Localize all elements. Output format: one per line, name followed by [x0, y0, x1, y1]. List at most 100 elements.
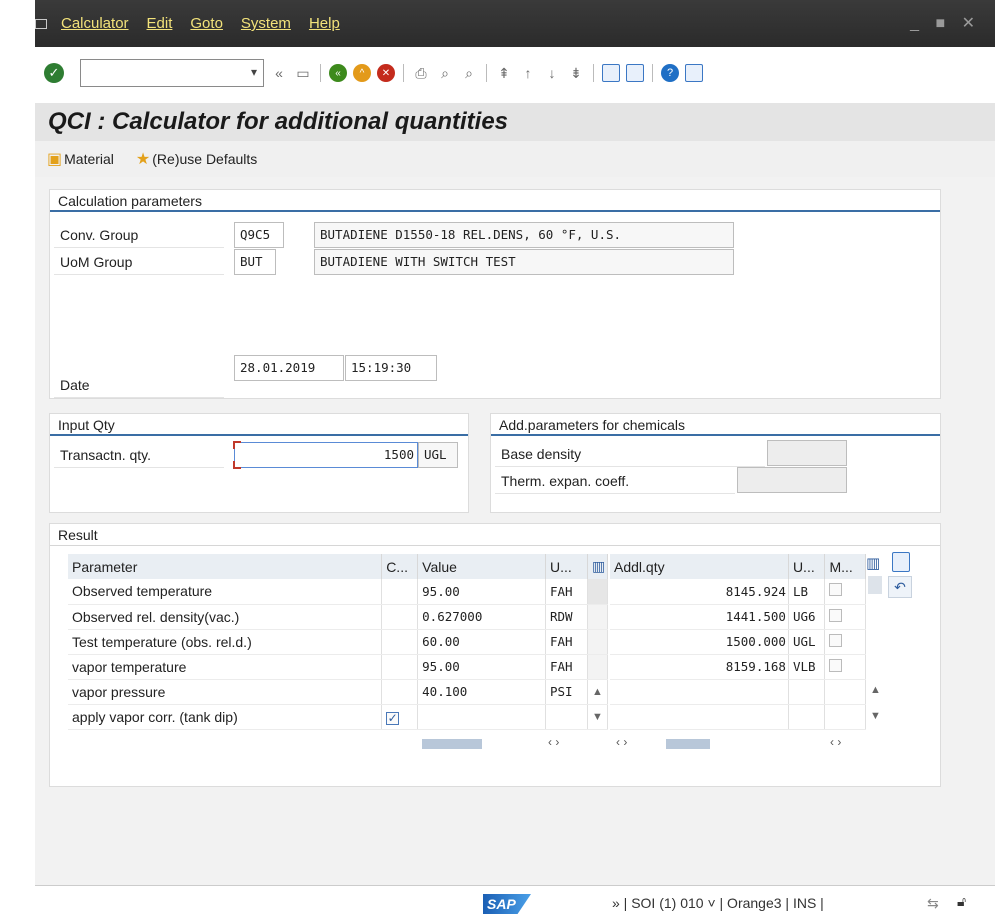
cell-value[interactable]: 95.00	[417, 579, 546, 605]
first-page-icon[interactable]: ⇞	[495, 64, 513, 82]
table-row[interactable]: Test temperature (obs. rel.d.) 60.00 FAH	[68, 629, 609, 655]
transaction-qty-input[interactable]: 1500	[233, 441, 418, 469]
cell-m[interactable]	[824, 654, 866, 680]
column-header-addl-qty[interactable]: Addl.qty	[610, 554, 789, 579]
table-row[interactable]: 8159.168 VLB	[610, 654, 866, 680]
cell-checkbox[interactable]	[381, 604, 419, 630]
find-icon[interactable]: ⌕	[436, 64, 454, 82]
calculator-icon[interactable]	[892, 552, 910, 572]
cell-unit[interactable]: FAH	[545, 654, 588, 680]
menu-system[interactable]: System	[241, 15, 291, 32]
menu-edit[interactable]: Edit	[147, 15, 173, 32]
cell-checkbox[interactable]: ✓	[381, 704, 419, 730]
print-icon[interactable]: ⎙	[412, 64, 430, 82]
scrollbar-track[interactable]	[587, 604, 609, 630]
menu-icon[interactable]	[35, 18, 47, 29]
cell-checkbox[interactable]	[381, 579, 419, 605]
scrollbar-thumb[interactable]	[422, 739, 482, 749]
enter-check-icon[interactable]: ✓	[44, 63, 64, 83]
cell-checkbox[interactable]	[381, 679, 419, 705]
shortcut-icon[interactable]	[626, 64, 644, 82]
previous-page-icon[interactable]: ↑	[519, 64, 537, 82]
save-icon[interactable]: ▭	[294, 64, 312, 82]
cell-value[interactable]: 40.100	[417, 679, 546, 705]
cell-unit[interactable]: FAH	[545, 579, 588, 605]
cell-m[interactable]	[824, 629, 866, 655]
scroll-down-icon[interactable]: ▼	[870, 710, 881, 722]
material-button[interactable]: ▣ Material	[47, 149, 114, 169]
cell-unit[interactable]: RDW	[545, 604, 588, 630]
scroll-up-icon[interactable]: ▲	[870, 684, 881, 696]
scrollbar-track[interactable]	[587, 579, 609, 605]
date-field[interactable]: 28.01.2019	[234, 355, 344, 381]
cell-value[interactable]	[417, 704, 546, 730]
scrollbar-track[interactable]	[587, 629, 609, 655]
column-header-value[interactable]: Value	[417, 554, 546, 579]
exit-icon[interactable]: ^	[353, 64, 371, 82]
chevron-down-icon[interactable]: ▾	[251, 65, 257, 79]
scroll-left-right-icon[interactable]: ‹ ›	[548, 735, 559, 749]
help-icon[interactable]: ?	[661, 64, 679, 82]
base-density-field[interactable]	[767, 440, 847, 466]
checkbox[interactable]	[829, 583, 843, 597]
scroll-down-icon[interactable]: ▼	[587, 704, 609, 730]
table-row[interactable]: 8145.924 LB	[610, 579, 866, 605]
table-row[interactable]: Observed temperature 95.00 FAH	[68, 579, 609, 605]
column-header-unit[interactable]: U...	[545, 554, 588, 579]
checkbox-checked[interactable]: ✓	[386, 711, 400, 725]
scroll-left-right-icon[interactable]: ‹ ›	[616, 735, 627, 749]
lock-icon[interactable]: 🔓︎	[957, 893, 966, 910]
cell-addl-qty[interactable]: 8159.168	[610, 654, 789, 680]
uom-group-field[interactable]: BUT	[234, 249, 276, 275]
scroll-up-icon[interactable]: ▲	[587, 679, 609, 705]
cell-unit[interactable]: UG6	[788, 604, 826, 630]
cell-unit[interactable]: LB	[788, 579, 826, 605]
cell-value[interactable]: 95.00	[417, 654, 546, 680]
checkbox[interactable]	[829, 633, 843, 647]
column-header-c[interactable]: C...	[381, 554, 419, 579]
table-row[interactable]: vapor temperature 95.00 FAH	[68, 654, 609, 680]
status-session-info[interactable]: » | SOI (1) 010 ˅ | Orange3 | INS |	[612, 895, 824, 911]
cell-m[interactable]	[824, 604, 866, 630]
menu-calculator[interactable]: Calculator	[61, 15, 129, 32]
time-field[interactable]: 15:19:30	[345, 355, 437, 381]
menu-help[interactable]: Help	[309, 15, 340, 32]
column-header-parameter[interactable]: Parameter	[68, 554, 383, 579]
scrollbar-thumb[interactable]	[666, 739, 710, 749]
scrollbar-track[interactable]	[587, 654, 609, 680]
layout-menu-icon[interactable]	[685, 64, 703, 82]
checkbox[interactable]	[829, 658, 843, 672]
cell-unit[interactable]: UGL	[788, 629, 826, 655]
table-row[interactable]: 1500.000 UGL	[610, 629, 866, 655]
table-row[interactable]: Observed rel. density(vac.) 0.627000 RDW	[68, 604, 609, 630]
cell-checkbox[interactable]	[381, 629, 419, 655]
create-session-icon[interactable]	[602, 64, 620, 82]
cell-m[interactable]	[824, 579, 866, 605]
conv-group-field[interactable]: Q9C5	[234, 222, 284, 248]
cell-unit[interactable]: PSI	[545, 679, 588, 705]
table-row[interactable]: vapor pressure 40.100 PSI ▲	[68, 679, 609, 705]
cell-checkbox[interactable]	[381, 654, 419, 680]
column-settings-icon[interactable]: ▥	[866, 554, 880, 572]
scroll-left-right-icon[interactable]: ‹ ›	[830, 735, 841, 749]
scrollbar-thumb[interactable]	[868, 576, 882, 594]
table-row[interactable]: 1441.500 UG6	[610, 604, 866, 630]
transaction-qty-unit[interactable]: UGL	[418, 442, 458, 468]
cell-value[interactable]: 0.627000	[417, 604, 546, 630]
column-settings-icon[interactable]: ▥	[587, 554, 609, 579]
column-header-m[interactable]: M...	[824, 554, 866, 579]
cell-addl-qty[interactable]: 8145.924	[610, 579, 789, 605]
cell-addl-qty[interactable]: 1441.500	[610, 604, 789, 630]
double-chevron-left-icon[interactable]: «	[270, 64, 288, 82]
menu-goto[interactable]: Goto	[190, 15, 223, 32]
cell-value[interactable]: 60.00	[417, 629, 546, 655]
cancel-icon[interactable]: ✕	[377, 64, 395, 82]
window-controls[interactable]: _ ■ ✕	[910, 13, 981, 33]
next-page-icon[interactable]: ↓	[543, 64, 561, 82]
last-page-icon[interactable]: ⇟	[567, 64, 585, 82]
command-input[interactable]	[81, 60, 241, 86]
column-header-unit2[interactable]: U...	[788, 554, 826, 579]
checkbox[interactable]	[829, 608, 843, 622]
command-field[interactable]: ▾	[80, 59, 264, 87]
undo-icon[interactable]: ↶	[888, 576, 912, 598]
